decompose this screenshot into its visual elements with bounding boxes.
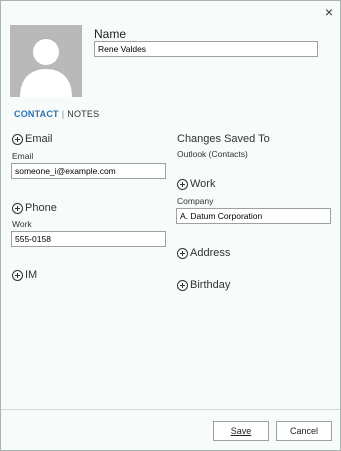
tab-bar: CONTACT | NOTES <box>14 109 99 119</box>
contact-dialog: × Name Rene Valdes CONTACT | NOTES Email E… <box>0 0 341 451</box>
name-label: Name <box>94 27 127 41</box>
changes-saved-target: Outlook (Contacts) <box>177 149 248 159</box>
phone-field-label: Work <box>12 219 32 229</box>
save-button[interactable]: Save <box>213 421 269 441</box>
add-birthday-button[interactable]: Birthday <box>177 279 230 291</box>
plus-circle-icon <box>177 178 188 190</box>
email-section-label: Email <box>25 133 53 145</box>
plus-circle-icon <box>177 279 188 291</box>
plus-circle-icon <box>177 247 188 259</box>
phone-section-label: Phone <box>25 202 57 214</box>
tab-separator: | <box>61 109 65 119</box>
add-email-button[interactable]: Email <box>12 133 53 145</box>
tab-notes[interactable]: NOTES <box>67 109 99 119</box>
add-phone-button[interactable]: Phone <box>12 202 57 214</box>
changes-saved-title: Changes Saved To <box>177 133 270 145</box>
tab-contact[interactable]: CONTACT <box>14 109 59 119</box>
close-icon[interactable]: × <box>322 5 336 19</box>
address-section-label: Address <box>190 247 231 259</box>
plus-circle-icon <box>12 269 23 281</box>
add-work-button[interactable]: Work <box>177 178 215 190</box>
plus-circle-icon <box>12 202 23 214</box>
avatar[interactable] <box>10 25 82 97</box>
birthday-section-label: Birthday <box>190 279 231 291</box>
company-field-label: Company <box>177 196 214 206</box>
phone-field[interactable]: 555-0158 <box>11 231 166 247</box>
footer-divider <box>1 409 340 410</box>
email-field[interactable]: someone_i@example.com <box>11 163 166 179</box>
person-silhouette-icon <box>20 39 72 97</box>
save-button-label: Save <box>230 426 252 436</box>
company-field[interactable]: A. Datum Corporation <box>176 208 331 224</box>
im-section-label: IM <box>25 269 38 281</box>
plus-circle-icon <box>12 133 23 145</box>
email-field-label: Email <box>12 151 34 161</box>
name-field[interactable]: Rene Valdes <box>94 41 318 57</box>
cancel-button[interactable]: Cancel <box>276 421 332 441</box>
work-section-label: Work <box>190 178 216 190</box>
add-im-button[interactable]: IM <box>12 269 37 281</box>
add-address-button[interactable]: Address <box>177 247 230 259</box>
